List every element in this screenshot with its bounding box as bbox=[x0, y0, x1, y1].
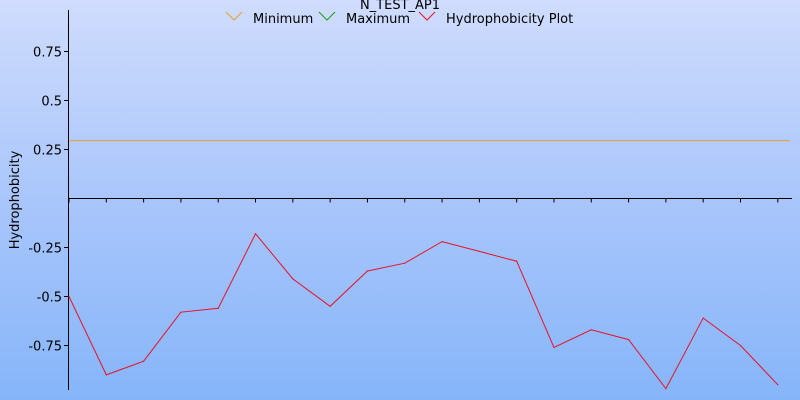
series-hydrophobicity-plot-point-4 bbox=[217, 307, 219, 309]
hydrophobicity-chart-svg: 0.750.50.25-0.25-0.5-0.75 N_TEST_AP1 Hyd… bbox=[8, 0, 792, 390]
axes: 0.75 0.5 0.25 -0.25 -0.5 -0.75 bbox=[28, 10, 792, 390]
y-tick-label-2: 0.25 bbox=[33, 144, 62, 159]
legend-swatch-hydrophobicity-plot bbox=[418, 11, 436, 21]
y-tick-label-0: 0.75 bbox=[33, 46, 62, 61]
series-hydrophobicity-plot-point-11 bbox=[478, 250, 480, 253]
series-hydrophobicity-plot-point-0 bbox=[68, 295, 70, 298]
y-tick-label-5: -0.75 bbox=[28, 340, 62, 355]
series-hydrophobicity-plot-point-14 bbox=[590, 329, 592, 331]
series-hydrophobicity-plot-line bbox=[68, 232, 779, 390]
chart: 0.75 0.5 0.25 -0.25 -0.5 -0.75 N_TEST_AP1 Hyd… bbox=[0, 0, 800, 400]
legend-label-minimum: Minimum bbox=[253, 12, 313, 27]
y-tick-label-4: -0.5 bbox=[37, 291, 62, 306]
series-hydrophobicity-plot-point-19 bbox=[777, 384, 779, 386]
series-hydrophobicity-plot-point-5 bbox=[254, 233, 257, 235]
series-hydrophobicity-plot-point-17 bbox=[702, 317, 704, 319]
series-hydrophobicity-plot-point-16 bbox=[665, 388, 667, 390]
legend-label-maximum: Maximum bbox=[346, 12, 410, 27]
y-axis-label: Hydrophobicity bbox=[8, 150, 23, 249]
series-hydrophobicity-plot-point-1 bbox=[105, 374, 107, 376]
y-tick-label-3: -0.25 bbox=[28, 242, 62, 257]
legend: Minimum Maximum Hydrophobicity Plot bbox=[225, 11, 573, 27]
series-hydrophobicity-plot-point-9 bbox=[404, 262, 406, 264]
series-hydrophobicity-plot-point-15 bbox=[627, 339, 630, 341]
series-hydrophobicity-plot-point-7 bbox=[329, 305, 331, 307]
series-layer bbox=[68, 140, 790, 390]
series-hydrophobicity-plot-point-10 bbox=[441, 241, 443, 243]
y-tick-label-1: 0.5 bbox=[41, 95, 62, 110]
series-hydrophobicity-plot-point-13 bbox=[553, 346, 555, 349]
legend-label-hydrophobicity-plot: Hydrophobicity Plot bbox=[446, 12, 573, 27]
series-hydrophobicity-plot-point-18 bbox=[739, 344, 742, 347]
legend-swatch-minimum bbox=[225, 11, 243, 21]
series-hydrophobicity-plot-point-12 bbox=[516, 260, 518, 262]
series-hydrophobicity-plot-point-2 bbox=[143, 360, 145, 362]
series-hydrophobicity-plot-point-6 bbox=[292, 278, 294, 280]
series-hydrophobicity-plot-point-8 bbox=[366, 270, 369, 272]
series-hydrophobicity-plot-point-3 bbox=[180, 311, 182, 313]
legend-swatch-maximum bbox=[318, 11, 336, 21]
